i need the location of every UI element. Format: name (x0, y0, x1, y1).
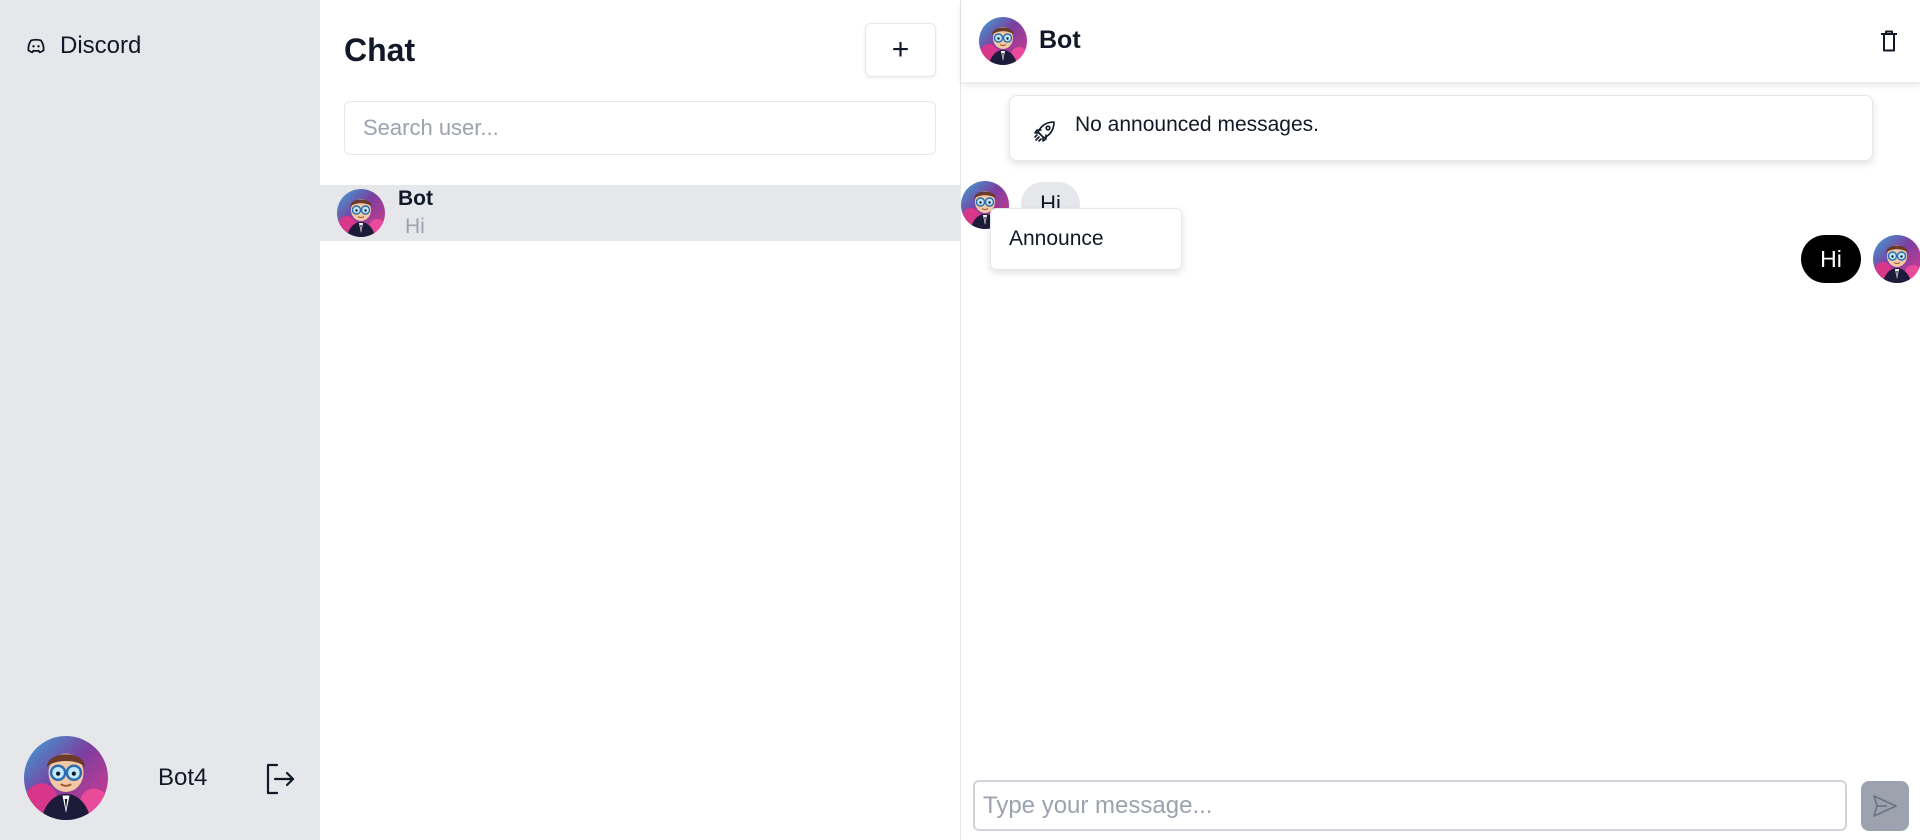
announcement-banner: No announced messages. (1009, 95, 1873, 161)
search-input[interactable] (344, 101, 936, 155)
rocket-icon (1034, 121, 1055, 142)
conversation-panel: Bot No announced messages. Hi Announce H… (960, 0, 1920, 840)
send-button[interactable] (1861, 781, 1909, 831)
avatar (1873, 235, 1920, 283)
avatar[interactable] (979, 17, 1027, 65)
contact-name: Bot (1039, 26, 1081, 54)
announce-menu-item[interactable]: Announce (1009, 227, 1104, 251)
app-sidebar: Discord Bot4 (0, 0, 320, 840)
user-profile: Bot4 (24, 737, 304, 819)
message-bubble[interactable]: Hi (1801, 235, 1861, 283)
avatar[interactable] (24, 736, 108, 820)
conversation-item[interactable]: Bot Hi (320, 185, 960, 241)
conversation-last-message: Hi (405, 215, 425, 238)
brand-label: Discord (60, 32, 142, 59)
announcement-text: No announced messages. (1075, 113, 1319, 136)
conversation-name: Bot (398, 187, 433, 210)
logout-icon (266, 763, 295, 795)
profile-name: Bot4 (158, 764, 208, 791)
logout-button[interactable] (262, 761, 298, 797)
send-icon (1873, 795, 1897, 817)
message-context-menu: Announce (990, 208, 1182, 270)
conversation-header: Bot (961, 0, 1920, 82)
discord-icon (27, 38, 45, 54)
chat-list-panel: Chat + Bot Hi (320, 0, 960, 840)
page-title: Chat (344, 32, 416, 68)
brand[interactable]: Discord (24, 32, 141, 60)
avatar (337, 189, 385, 237)
message-input[interactable] (973, 780, 1847, 831)
delete-chat-button[interactable] (1878, 29, 1900, 53)
new-chat-button[interactable]: + (865, 23, 936, 77)
trash-icon (1881, 30, 1897, 52)
